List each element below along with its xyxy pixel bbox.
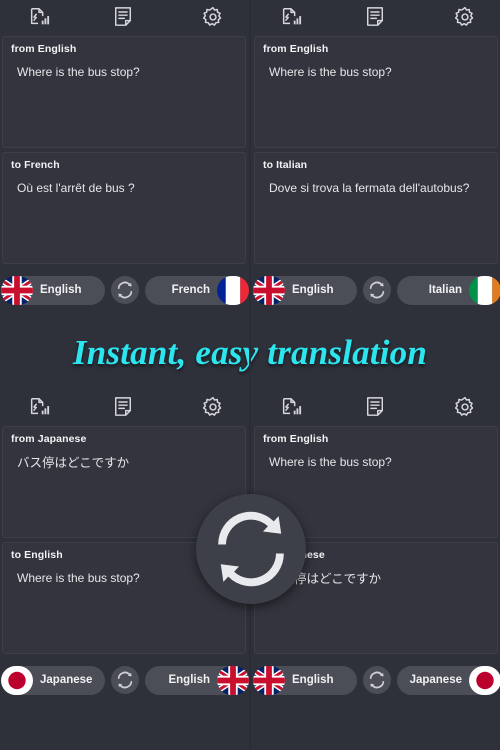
target-language-pill[interactable]: Italian: [397, 275, 500, 305]
source-language-pill[interactable]: English: [253, 665, 357, 695]
target-language-pill[interactable]: French: [145, 275, 249, 305]
source-language-pill[interactable]: English: [1, 275, 105, 305]
source-language-pill[interactable]: Japanese: [1, 665, 105, 695]
flag-italy-icon: [469, 275, 500, 305]
notes-icon[interactable]: [108, 2, 138, 32]
source-language-name: English: [292, 284, 334, 296]
source-language-pill[interactable]: English: [253, 275, 357, 305]
gear-icon[interactable]: [198, 392, 228, 422]
flag-japan-icon: [469, 665, 500, 695]
swap-languages-button-large[interactable]: [196, 494, 306, 604]
notes-icon[interactable]: [360, 392, 390, 422]
source-language-label: from English: [11, 43, 77, 55]
target-language-label: to French: [11, 159, 60, 171]
swap-languages-button[interactable]: [363, 666, 391, 694]
target-language-pill[interactable]: English: [145, 665, 249, 695]
screenshot-top-left: from English Where is the bus stop? to F…: [0, 0, 249, 312]
source-language-label: from English: [263, 433, 329, 445]
source-text: Where is the bus stop?: [269, 65, 392, 79]
flag-uk-icon: [217, 665, 249, 695]
source-language-name: English: [292, 674, 334, 686]
flag-uk-icon: [253, 275, 285, 305]
source-text: Where is the bus stop?: [269, 455, 392, 469]
target-language-pill[interactable]: Japanese: [397, 665, 500, 695]
gear-icon[interactable]: [450, 392, 480, 422]
source-language-label: from Japanese: [11, 433, 87, 445]
toolbar: [252, 390, 500, 426]
swap-languages-button[interactable]: [111, 666, 139, 694]
source-text-panel[interactable]: from English Where is the bus stop?: [2, 36, 246, 148]
target-language-label: to Italian: [263, 159, 308, 171]
translated-text: Dove si trova la fermata dell'autobus?: [269, 181, 470, 195]
flag-uk-icon: [253, 665, 285, 695]
target-text-panel[interactable]: to French Où est l'arrêt de bus ?: [2, 152, 246, 264]
target-language-name: Italian: [428, 284, 462, 296]
flag-japan-icon: [1, 665, 33, 695]
language-selector-bar: English Japanese: [252, 662, 500, 698]
speech-recognition-icon[interactable]: [276, 392, 306, 422]
toolbar: [0, 0, 248, 36]
toolbar: [0, 390, 248, 426]
flag-uk-icon: [1, 275, 33, 305]
speech-recognition-icon[interactable]: [24, 2, 54, 32]
language-selector-bar: English Italian: [252, 272, 500, 308]
speech-recognition-icon[interactable]: [24, 392, 54, 422]
target-language-name: Japanese: [409, 674, 462, 686]
source-text-panel[interactable]: from English Where is the bus stop?: [254, 36, 498, 148]
source-text: バス停はどこですか: [17, 456, 130, 470]
target-language-name: English: [168, 674, 210, 686]
screenshot-top-right: from English Where is the bus stop? to I…: [252, 0, 500, 312]
translated-text: Où est l'arrêt de bus ?: [17, 181, 135, 195]
divider: [249, 0, 251, 750]
target-text-panel[interactable]: to Italian Dove si trova la fermata dell…: [254, 152, 498, 264]
source-text: Where is the bus stop?: [17, 65, 140, 79]
source-language-label: from English: [263, 43, 329, 55]
source-language-name: Japanese: [40, 674, 93, 686]
swap-languages-button[interactable]: [363, 276, 391, 304]
speech-recognition-icon[interactable]: [276, 2, 306, 32]
swap-languages-button[interactable]: [111, 276, 139, 304]
target-language-name: French: [171, 284, 210, 296]
gear-icon[interactable]: [450, 2, 480, 32]
app-root: from English Where is the bus stop? to F…: [0, 0, 500, 750]
notes-icon[interactable]: [108, 392, 138, 422]
gear-icon[interactable]: [198, 2, 228, 32]
notes-icon[interactable]: [360, 2, 390, 32]
language-selector-bar: English French: [0, 272, 249, 308]
language-selector-bar: Japanese English: [0, 662, 249, 698]
source-language-name: English: [40, 284, 82, 296]
flag-france-icon: [217, 275, 249, 305]
toolbar: [252, 0, 500, 36]
